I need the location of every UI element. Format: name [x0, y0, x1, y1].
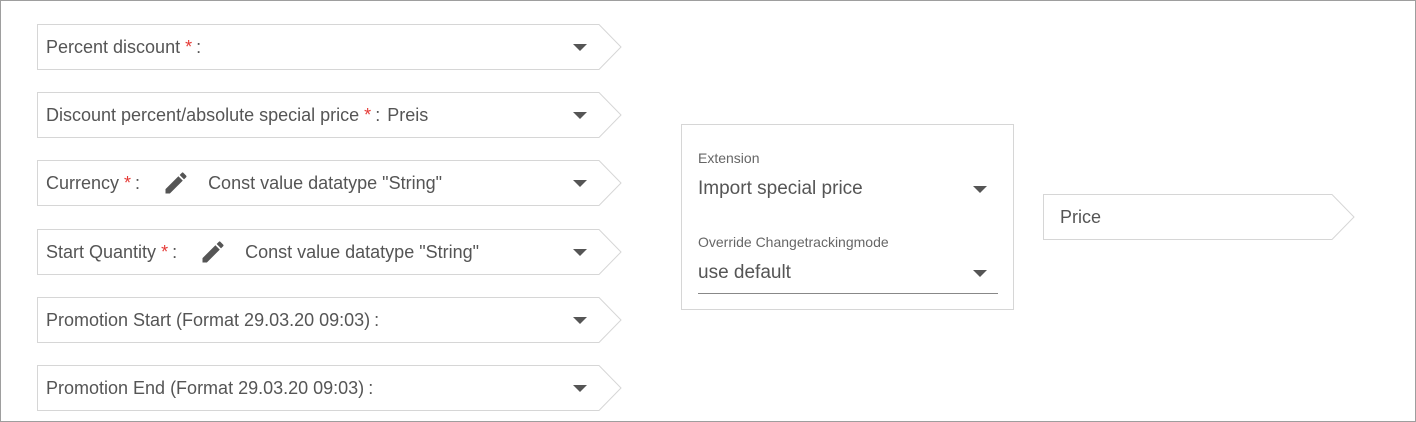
caret-down-icon[interactable]: [573, 385, 587, 392]
override-select-underline: [698, 293, 998, 294]
caret-down-icon[interactable]: [973, 270, 987, 277]
required-asterisk: *: [161, 241, 169, 262]
field-colon: :: [375, 104, 381, 125]
field-label: Discount percent/absolute special price: [46, 104, 360, 125]
required-asterisk: *: [364, 104, 372, 125]
percent-discount-field[interactable]: Percent discount * :: [37, 24, 627, 70]
field-colon: :: [135, 172, 141, 193]
field-label: Currency: [46, 172, 120, 193]
start-quantity-field[interactable]: Start Quantity * : Const value datatype …: [37, 229, 627, 275]
override-select[interactable]: use default: [698, 262, 791, 284]
caret-down-icon[interactable]: [573, 180, 587, 187]
required-asterisk: *: [185, 36, 193, 57]
field-label: Start Quantity: [46, 241, 157, 262]
extension-select[interactable]: Import special price: [698, 178, 863, 200]
field-colon: :: [368, 377, 374, 398]
price-target-field[interactable]: Price: [1043, 194, 1357, 240]
field-value: Const value datatype "String": [208, 172, 442, 193]
field-value: Const value datatype "String": [245, 241, 480, 262]
caret-down-icon[interactable]: [573, 317, 587, 324]
field-colon: :: [196, 36, 202, 57]
extension-panel: Extension Import special price Override …: [681, 124, 1014, 310]
promotion-end-field[interactable]: Promotion End (Format 29.03.20 09:03) :: [37, 365, 627, 411]
caret-down-icon[interactable]: [573, 249, 587, 256]
field-label: Promotion Start (Format 29.03.20 09:03): [46, 309, 371, 330]
caret-down-icon[interactable]: [573, 44, 587, 51]
field-colon: :: [374, 309, 380, 330]
price-label: Price: [1060, 206, 1102, 227]
promotion-start-field[interactable]: Promotion Start (Format 29.03.20 09:03) …: [37, 297, 627, 343]
discount-type-field[interactable]: Discount percent/absolute special price …: [37, 92, 627, 138]
field-label: Promotion End (Format 29.03.20 09:03): [46, 377, 365, 398]
field-value: Preis: [387, 104, 429, 125]
pencil-icon[interactable]: [199, 238, 227, 266]
pencil-icon[interactable]: [162, 169, 190, 197]
caret-down-icon[interactable]: [973, 186, 987, 193]
caret-down-icon[interactable]: [573, 112, 587, 119]
override-label: Override Changetrackingmode: [698, 234, 889, 250]
currency-field[interactable]: Currency * : Const value datatype "Strin…: [37, 160, 627, 206]
required-asterisk: *: [124, 172, 132, 193]
field-label: Percent discount: [46, 36, 181, 57]
extension-label: Extension: [698, 150, 760, 166]
field-colon: :: [172, 241, 178, 262]
